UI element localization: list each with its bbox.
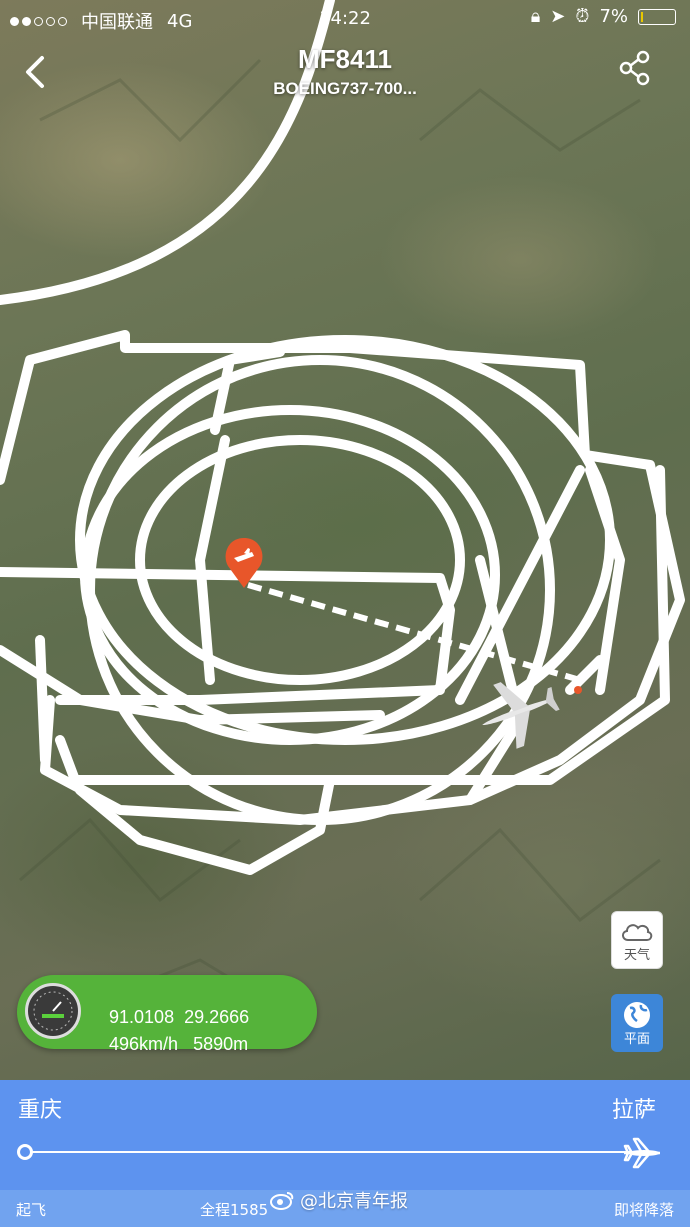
arrival-city: 拉萨 bbox=[611, 1098, 656, 1123]
flat-map-button[interactable]: 平面 bbox=[611, 994, 663, 1052]
share-button[interactable] bbox=[618, 50, 652, 86]
alarm-icon: ⏰︎ bbox=[575, 6, 590, 27]
airplane-landing-icon bbox=[623, 1137, 660, 1169]
departure-city: 重庆 bbox=[18, 1098, 63, 1123]
cloud-icon bbox=[622, 924, 653, 941]
satellite-map[interactable] bbox=[0, 0, 690, 1080]
weibo-icon bbox=[270, 1192, 294, 1210]
altitude-value: 5890m bbox=[193, 1034, 249, 1054]
location-icon: ➤ bbox=[550, 6, 566, 27]
watermark-text: @北京青年报 bbox=[300, 1191, 408, 1212]
aircraft-type: BOEING737-700... bbox=[273, 79, 417, 98]
takeoff-label: 起飞 bbox=[16, 1201, 47, 1219]
flight-info-panel: 91.0108 29.2666 496km/h 5890m bbox=[17, 975, 317, 1054]
total-distance: 全程1585 bbox=[200, 1201, 269, 1219]
status-bar: 中国联通 4G 14:22 🔒︎ ➤ ⏰︎ 7% bbox=[0, 0, 690, 36]
landing-soon-label: 即将降落 bbox=[613, 1201, 674, 1219]
weather-button[interactable]: 天气 bbox=[611, 911, 663, 969]
departure-point-icon bbox=[17, 1144, 33, 1160]
share-icon bbox=[619, 50, 650, 86]
flight-track-layer bbox=[0, 0, 685, 1022]
route-progress-line bbox=[25, 1151, 640, 1153]
speedometer-icon bbox=[25, 983, 81, 1039]
battery-icon bbox=[638, 8, 676, 25]
watermark: @北京青年报 bbox=[270, 1187, 408, 1213]
flat-map-label: 平面 bbox=[623, 1032, 650, 1047]
weather-label: 天气 bbox=[623, 948, 650, 963]
flight-number: MF8411 bbox=[298, 44, 392, 74]
battery-percent: 7% bbox=[599, 6, 628, 27]
speed-value: 496km/h bbox=[109, 1034, 179, 1054]
lock-rotation-icon: 🔒︎ bbox=[530, 6, 541, 27]
globe-icon bbox=[624, 1002, 650, 1028]
